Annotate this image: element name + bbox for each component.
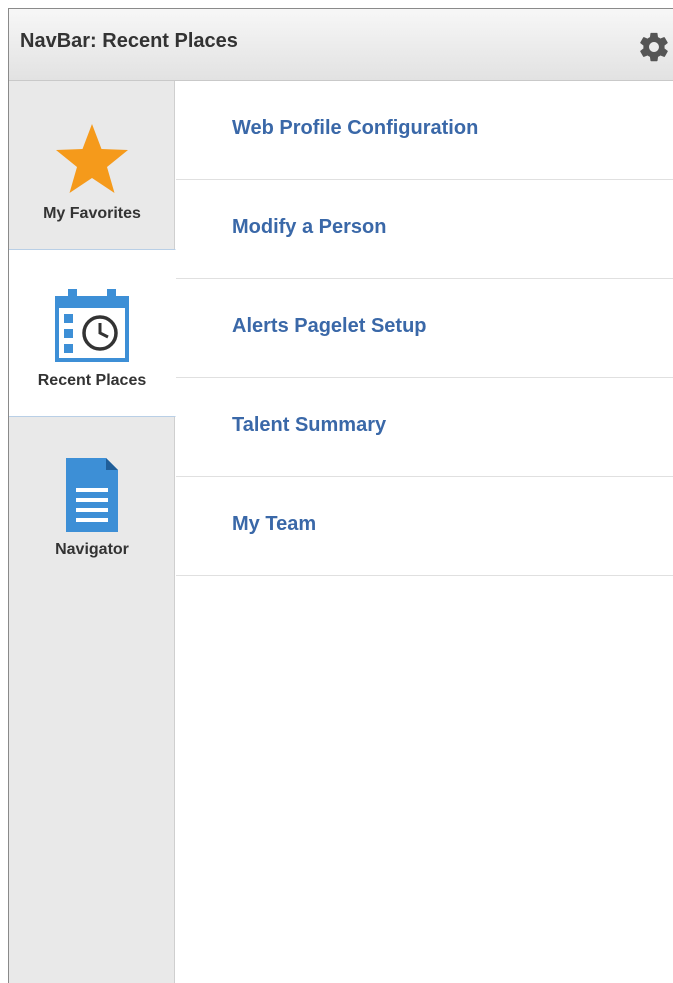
sidebar-item-label: My Favorites [43, 205, 141, 222]
sidebar-item-recent-places[interactable]: Recent Places [9, 249, 176, 417]
gear-icon[interactable] [637, 30, 671, 64]
navbar-sidebar: My Favorites Recent Places Navigator [9, 81, 176, 983]
list-item[interactable]: Modify a Person [176, 180, 673, 279]
list-item-link[interactable]: Alerts Pagelet Setup [232, 315, 427, 338]
navbar-header: NavBar: Recent Places [9, 9, 673, 81]
navbar-panel: NavBar: Recent Places My Favorites Recen… [8, 8, 673, 983]
sidebar-item-label: Recent Places [37, 372, 147, 389]
calendar-clock-icon [55, 289, 129, 362]
list-item-link[interactable]: Modify a Person [232, 216, 386, 239]
list-item[interactable]: Talent Summary [176, 378, 673, 477]
recent-places-list: Web Profile Configuration Modify a Perso… [176, 81, 673, 576]
list-item-link[interactable]: My Team [232, 513, 316, 536]
document-icon [66, 458, 118, 532]
list-item[interactable]: My Team [176, 477, 673, 576]
list-item-link[interactable]: Web Profile Configuration [232, 117, 478, 140]
sidebar-item-my-favorites[interactable]: My Favorites [9, 81, 175, 249]
list-item-link[interactable]: Talent Summary [232, 414, 386, 437]
page-title: NavBar: Recent Places [20, 30, 238, 52]
list-item[interactable]: Web Profile Configuration [176, 81, 673, 180]
sidebar-item-navigator[interactable]: Navigator [9, 417, 175, 585]
list-item[interactable]: Alerts Pagelet Setup [176, 279, 673, 378]
star-icon [56, 124, 128, 193]
sidebar-item-label: Navigator [55, 541, 129, 558]
